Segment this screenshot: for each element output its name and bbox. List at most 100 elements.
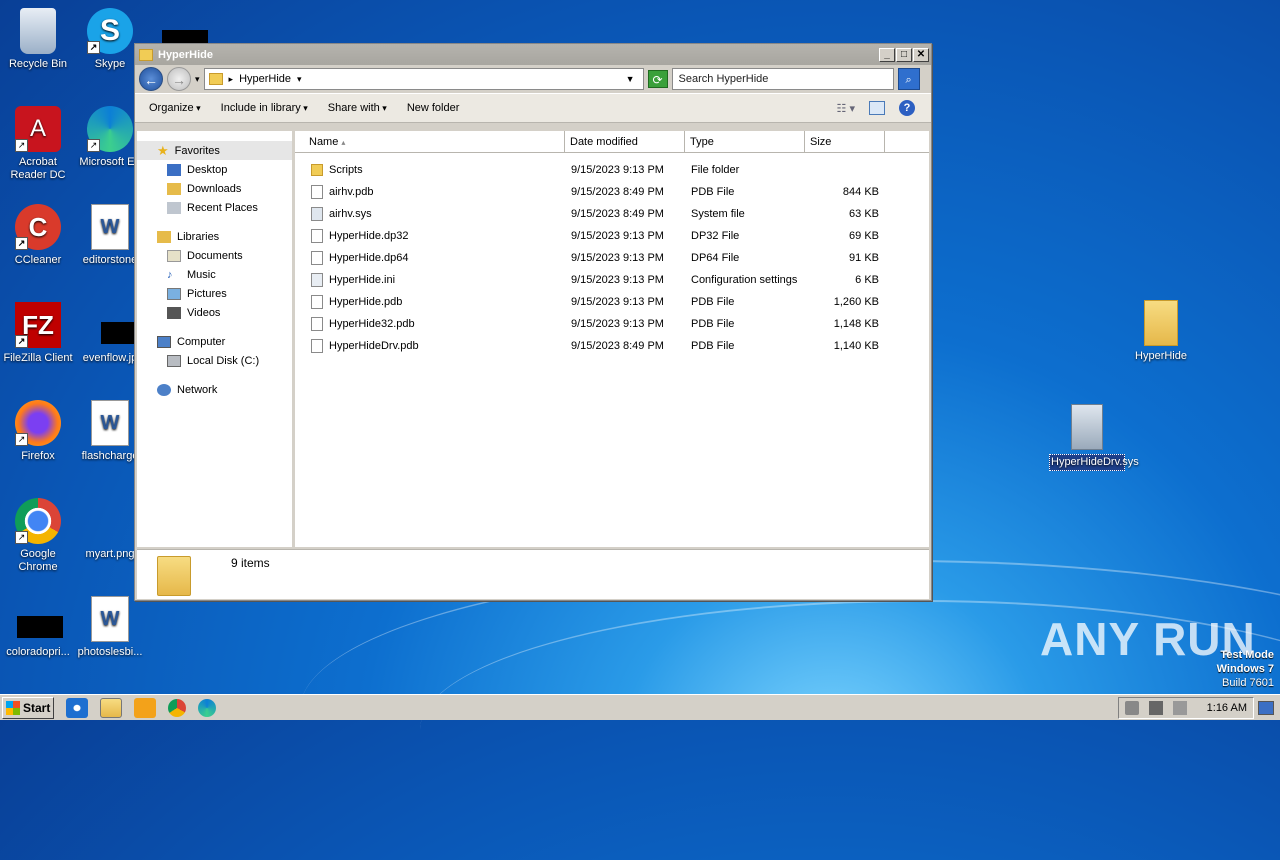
desktop-icon-photoslesbi[interactable]: W photoslesbi...	[72, 596, 148, 659]
file-row[interactable]: airhv.pdb 9/15/2023 8:49 PM PDB File 844 KB	[295, 181, 929, 203]
desktop-icon-ccleaner[interactable]: C ↗ CCleaner	[0, 204, 76, 267]
forward-button[interactable]: →	[167, 67, 191, 91]
file-row[interactable]: HyperHide.dp32 9/15/2023 9:13 PM DP32 File…	[295, 225, 929, 247]
file-row[interactable]: HyperHide.pdb 9/15/2023 9:13 PM PDB File 1,…	[295, 291, 929, 313]
chrome-icon: ↗	[15, 498, 61, 544]
share-with-button[interactable]: Share with	[328, 102, 387, 114]
start-button[interactable]: Start	[2, 696, 54, 719]
column-size[interactable]: Size	[805, 131, 885, 152]
window-title: HyperHide	[158, 48, 214, 61]
chrome-taskbar-icon[interactable]	[168, 698, 186, 717]
taskbar: Start 1:16 AM	[0, 694, 1280, 720]
volume-icon[interactable]	[1124, 700, 1139, 715]
action-center-flag-icon[interactable]	[1172, 700, 1187, 715]
column-date-modified[interactable]: Date modified	[565, 131, 685, 152]
chevron-down-icon[interactable]: ▾	[297, 74, 302, 85]
file-icon	[311, 339, 323, 353]
desktop-icon-hyperhidedrv[interactable]: HyperHideDrv.sys	[1049, 404, 1139, 471]
desktop-icon-coloradopri[interactable]: coloradopri...	[0, 596, 76, 659]
star-icon: ★	[157, 142, 169, 158]
desktop-icon-recycle-bin[interactable]: Recycle Bin	[0, 8, 76, 71]
nav-videos[interactable]: Videos	[137, 303, 292, 322]
nav-documents[interactable]: Documents	[137, 246, 292, 265]
organize-button[interactable]: Organize	[149, 102, 201, 114]
address-history-dropdown[interactable]: ▼	[626, 74, 635, 84]
search-input[interactable]: Search HyperHide	[671, 68, 894, 90]
refresh-button[interactable]: ⟳	[647, 70, 668, 88]
desktop-icon-firefox[interactable]: ↗ Firefox	[0, 400, 76, 463]
window-body: ★ Favorites Desktop Downloads Recent Plac…	[137, 131, 929, 547]
edge-taskbar-icon[interactable]	[198, 698, 216, 717]
nav-recent-places[interactable]: Recent Places	[137, 198, 292, 217]
new-folder-button[interactable]: New folder	[407, 102, 460, 114]
desktop-icon	[167, 163, 181, 176]
file-icon	[311, 229, 323, 243]
firefox-icon: ↗	[15, 400, 61, 446]
include-in-library-button[interactable]: Include in library	[221, 102, 308, 114]
nav-libraries[interactable]: Libraries	[137, 227, 292, 246]
pictures-icon	[167, 287, 181, 300]
file-row[interactable]: HyperHide.dp64 9/15/2023 9:13 PM DP64 File…	[295, 247, 929, 269]
file-row[interactable]: HyperHide.ini 9/15/2023 9:13 PM Configurat…	[295, 269, 929, 291]
downloads-icon	[167, 182, 181, 195]
folder-icon	[311, 164, 323, 176]
edge-icon: ↗	[87, 106, 133, 152]
file-icon	[311, 317, 323, 331]
view-options-icon[interactable]: ☷ ▾	[837, 102, 855, 115]
image-file-icon	[87, 302, 147, 348]
navigation-pane: ★ Favorites Desktop Downloads Recent Plac…	[137, 131, 295, 547]
search-icon[interactable]: ⌕	[897, 68, 920, 90]
music-icon: ♪	[167, 268, 173, 281]
file-row[interactable]: airhv.sys 9/15/2023 8:49 PM System file 63 …	[295, 203, 929, 225]
file-row[interactable]: HyperHideDrv.pdb 9/15/2023 8:49 PM PDB Fil…	[295, 335, 929, 357]
nav-music[interactable]: ♪ Music	[137, 265, 292, 284]
clock[interactable]: 1:16 AM	[1207, 702, 1247, 714]
nav-downloads[interactable]: Downloads	[137, 179, 292, 198]
show-desktop-button[interactable]	[1258, 700, 1274, 715]
folder-icon	[1144, 300, 1178, 346]
file-icon	[311, 251, 323, 265]
internet-explorer-icon[interactable]	[66, 697, 88, 718]
desktop-icon-hyperhide-folder[interactable]: HyperHide	[1123, 300, 1199, 363]
column-name[interactable]: Name ▴	[295, 131, 565, 152]
chevron-right-icon[interactable]: ▸	[229, 74, 234, 85]
documents-icon	[167, 249, 181, 262]
desktop-icon-acrobat[interactable]: A ↗ Acrobat Reader DC	[0, 106, 76, 182]
recent-pages-dropdown[interactable]: ▾	[195, 74, 200, 85]
explorer-taskbar-icon[interactable]	[100, 697, 122, 718]
file-row[interactable]: HyperHide32.pdb 9/15/2023 9:13 PM PDB File…	[295, 313, 929, 335]
breadcrumb-hyperhide[interactable]: HyperHide	[239, 73, 291, 85]
maximize-button[interactable]: □	[896, 47, 912, 62]
nav-computer[interactable]: Computer	[137, 332, 292, 351]
folder-icon	[139, 48, 153, 61]
filezilla-icon: FZ ↗	[15, 302, 61, 348]
network-tray-icon[interactable]	[1148, 700, 1163, 715]
nav-local-disk[interactable]: Local Disk (C:)	[137, 351, 292, 370]
desktop-icon-chrome[interactable]: ↗ Google Chrome	[0, 498, 76, 574]
word-doc-icon: W	[91, 400, 129, 446]
media-player-icon[interactable]	[134, 697, 156, 718]
nav-desktop[interactable]: Desktop	[137, 160, 292, 179]
desktop-icon-filezilla[interactable]: FZ ↗ FileZilla Client	[0, 302, 76, 365]
preview-pane-icon[interactable]	[869, 101, 885, 115]
column-headers: Name ▴ Date modified Type Size	[295, 131, 929, 153]
sort-ascending-icon: ▴	[341, 138, 346, 147]
column-type[interactable]: Type	[685, 131, 805, 152]
minimize-button[interactable]: _	[879, 47, 895, 62]
file-row[interactable]: Scripts 9/15/2023 9:13 PM File folder	[295, 159, 929, 181]
nav-favorites[interactable]: ★ Favorites	[137, 141, 292, 160]
file-icon	[311, 295, 323, 309]
close-button[interactable]: ✕	[913, 47, 929, 62]
help-icon[interactable]: ?	[899, 100, 915, 116]
nav-network[interactable]: Network	[137, 380, 292, 399]
folder-icon	[157, 556, 191, 596]
windows-logo-icon	[6, 700, 20, 715]
address-bar[interactable]: ▸ HyperHide ▾ ▼	[203, 68, 644, 90]
recent-places-icon	[167, 201, 181, 214]
computer-icon	[157, 335, 171, 348]
ccleaner-icon: C ↗	[15, 204, 61, 250]
title-bar[interactable]: HyperHide _ □ ✕	[135, 44, 931, 65]
nav-pictures[interactable]: Pictures	[137, 284, 292, 303]
back-button[interactable]: ←	[139, 67, 163, 91]
disk-icon	[167, 354, 181, 367]
